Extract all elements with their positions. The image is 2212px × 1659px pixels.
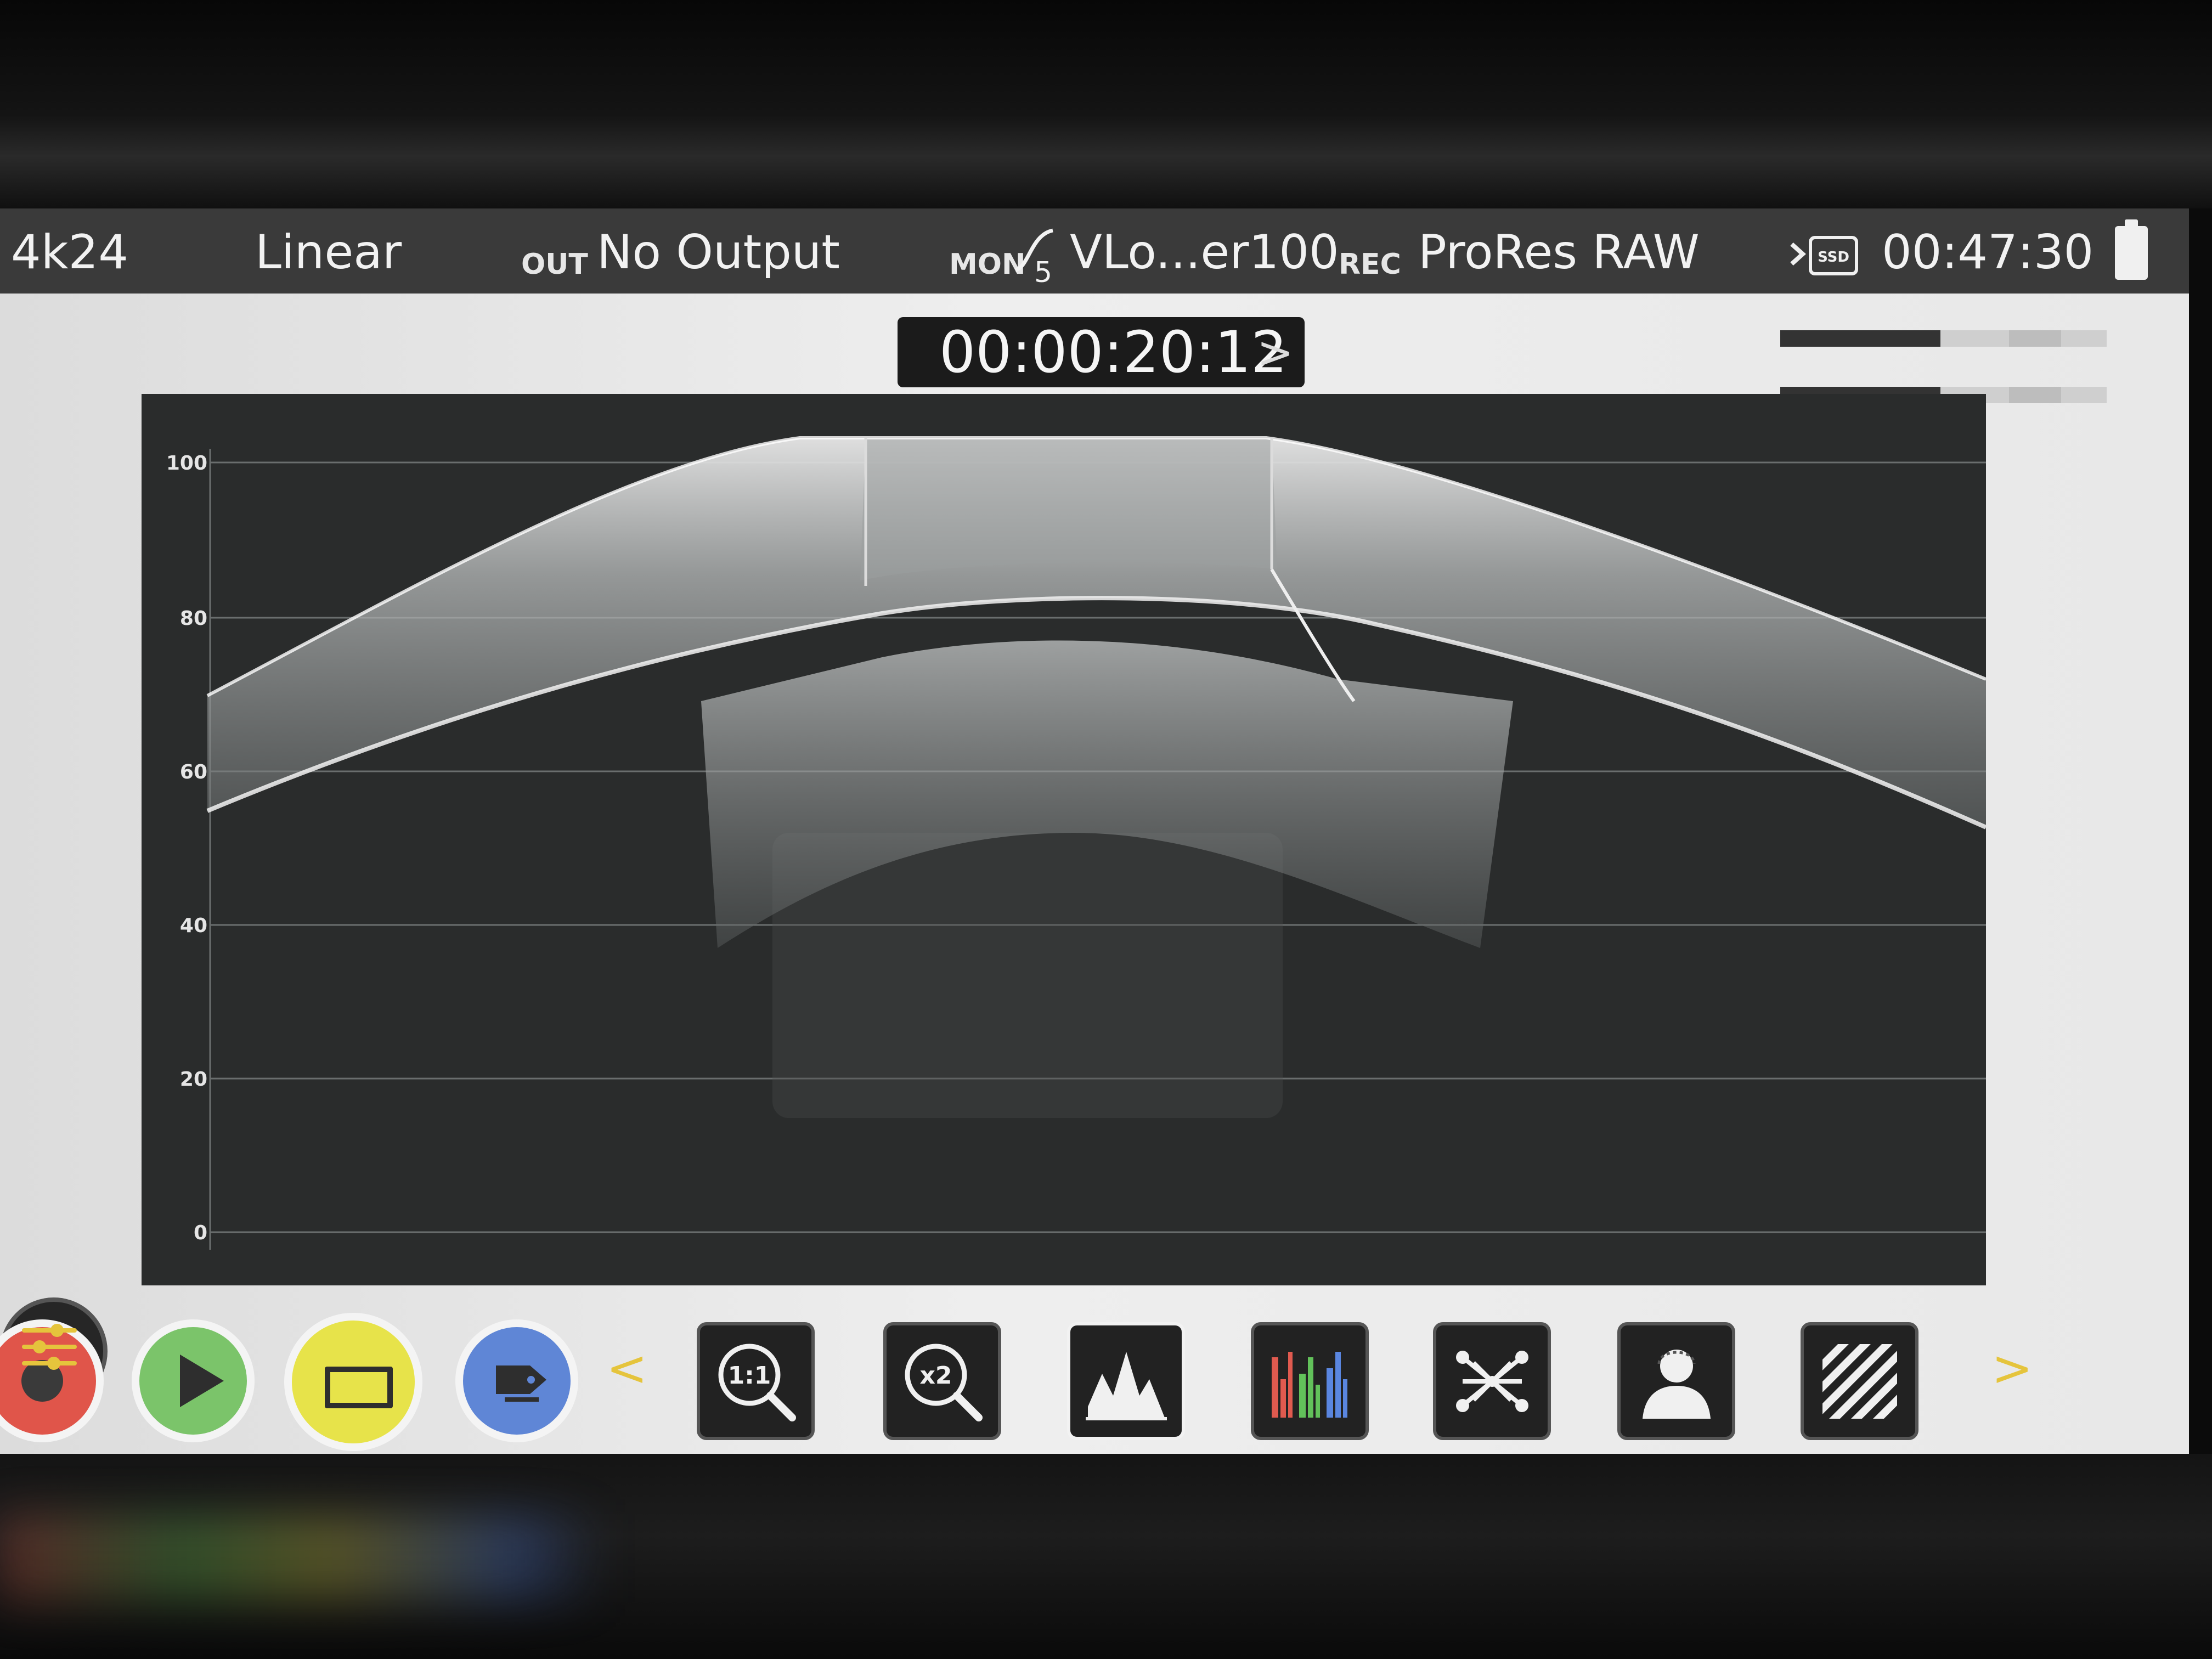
- remaining-time[interactable]: 00:47:30: [1882, 225, 2094, 280]
- codec-label[interactable]: ProRes RAW: [1418, 225, 1700, 280]
- scale-label-0: 0: [194, 1222, 207, 1244]
- scale-label-40: 40: [180, 915, 207, 937]
- vectorscope-icon: [1456, 1351, 1528, 1412]
- timecode-value: 00:00:20:12: [939, 319, 1288, 386]
- scale-label-60: 60: [180, 761, 207, 783]
- monitor-screen: 4k24 Linear OUT No Output MON 5 VLo...er…: [0, 208, 2189, 1457]
- monitor-mode[interactable]: VLo...er100: [1070, 225, 1339, 280]
- audio-meter-1-level: [1780, 330, 1940, 347]
- battery-icon: [2115, 219, 2148, 280]
- false-color-icon: [1643, 1350, 1711, 1419]
- waveform-scope: 100 80 60 40 20 0: [142, 394, 1986, 1285]
- out-label: OUT: [521, 248, 588, 281]
- gamma-label[interactable]: Linear: [255, 225, 402, 280]
- toolbar-right-chevron-icon[interactable]: >: [1991, 1341, 2033, 1396]
- zoom-1to1-button[interactable]: 1:1: [697, 1322, 815, 1440]
- waveform-icon: [1086, 1352, 1167, 1420]
- display-icon: [325, 1367, 393, 1408]
- output-status[interactable]: No Output: [597, 225, 840, 280]
- toolbar: < 1:1 x2 >: [0, 1297, 2189, 1457]
- false-color-button[interactable]: [1617, 1322, 1735, 1440]
- zoom-1to1-icon: 1:1: [718, 1344, 796, 1421]
- zebra-icon: [1822, 1344, 1897, 1419]
- toolbar-left-chevron-icon[interactable]: <: [606, 1341, 647, 1396]
- zoom-1to1-label: 1:1: [728, 1362, 771, 1390]
- timecode-chevron-icon: >: [1256, 327, 1294, 378]
- resolution-label[interactable]: 4k24: [11, 225, 128, 280]
- scale-label-80: 80: [180, 607, 207, 630]
- status-bar: 4k24 Linear OUT No Output MON 5 VLo...er…: [0, 208, 2189, 294]
- play-icon: [180, 1355, 224, 1407]
- display-button[interactable]: [284, 1313, 422, 1451]
- bezel-reflection: [0, 1514, 603, 1602]
- rgb-parade-button[interactable]: [1251, 1322, 1369, 1440]
- rgb-parade-icon: [1272, 1352, 1347, 1418]
- tag-button[interactable]: [455, 1319, 578, 1442]
- curve-index: 5: [1034, 256, 1052, 285]
- waveform-plot: 100 80 60 40 20 0: [166, 436, 1986, 1250]
- log-curve-icon: 5: [1014, 228, 1053, 285]
- zoom-x2-icon: x2: [905, 1344, 983, 1421]
- rec-label: REC: [1339, 248, 1401, 281]
- scale-label-100: 100: [166, 452, 207, 475]
- ssd-icon[interactable]: SSD: [1788, 228, 1860, 283]
- ssd-label: SSD: [1818, 249, 1849, 266]
- vectorscope-button[interactable]: [1433, 1322, 1551, 1440]
- settings-sliders-icon: [22, 1324, 77, 1370]
- waveform-tool-button[interactable]: [1067, 1322, 1185, 1440]
- play-button[interactable]: [132, 1319, 255, 1442]
- zoom-x2-button[interactable]: x2: [883, 1322, 1001, 1440]
- zebra-button[interactable]: [1801, 1322, 1918, 1440]
- scale-label-20: 20: [180, 1068, 207, 1091]
- bezel-top: [0, 0, 2212, 208]
- zoom-x2-label: x2: [920, 1362, 952, 1390]
- waveform-trace-center: [860, 438, 1277, 580]
- tag-icon: [496, 1365, 546, 1402]
- timecode-display[interactable]: 00:00:20:12 >: [898, 317, 1305, 387]
- audio-meter-1: [1780, 330, 2107, 347]
